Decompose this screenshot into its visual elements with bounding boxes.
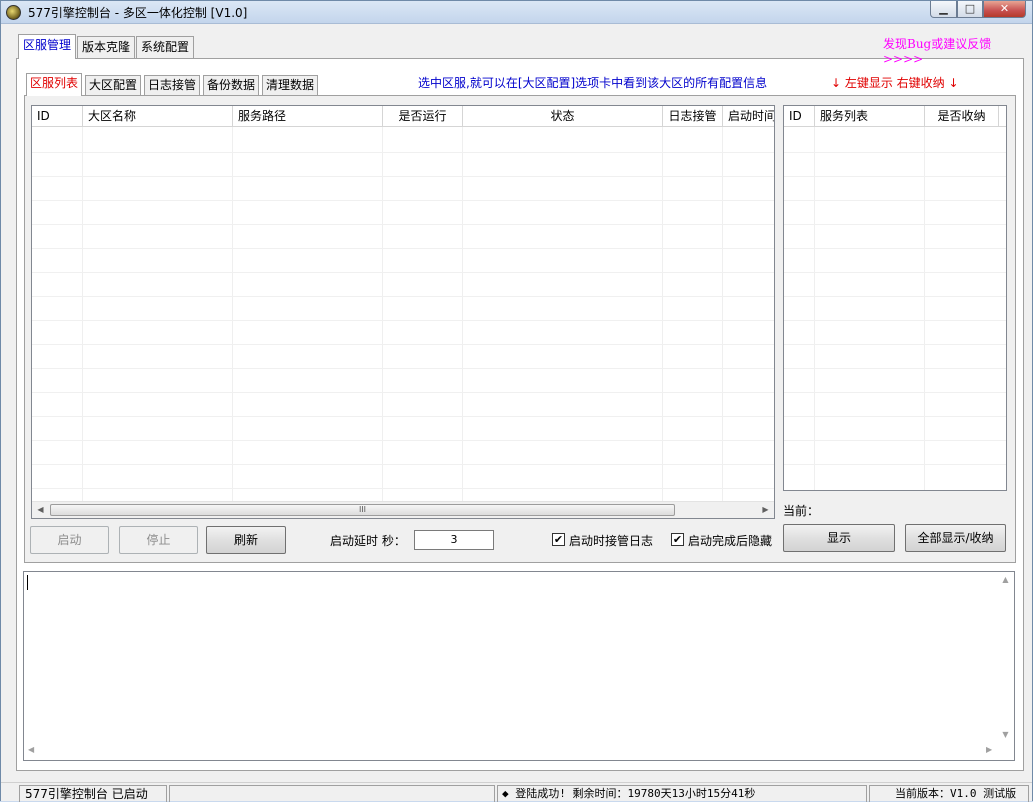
minimize-button[interactable]: ▁	[930, 1, 957, 18]
close-button[interactable]: ✕	[983, 1, 1026, 18]
start-delay-label: 启动延时 秒：	[330, 534, 406, 548]
show-button[interactable]: 显示	[783, 524, 895, 552]
column-header-service-id[interactable]: ID	[784, 106, 815, 127]
tab-version-clone[interactable]: 版本克隆	[77, 36, 136, 58]
service-list-table[interactable]: ID 服务列表 是否收纳	[783, 105, 1007, 491]
scroll-up-icon[interactable]: ▲	[997, 575, 1014, 584]
window-title: 577引擎控制台 - 多区一体化控制 [V1.0]	[28, 6, 248, 20]
current-label: 当前：	[783, 504, 820, 518]
app-status-text: 577引擎控制台 已启动	[19, 785, 167, 802]
column-header-start-time[interactable]: 启动时间	[723, 106, 774, 127]
start-button[interactable]: 启动	[30, 526, 109, 554]
title-bar[interactable]: 577引擎控制台 - 多区一体化控制 [V1.0] ▁ □ ✕	[1, 1, 1032, 24]
tab-server-list[interactable]: 区服列表	[26, 73, 83, 96]
hide-after-label[interactable]: 启动完成后隐藏	[688, 532, 774, 549]
server-table-hscrollbar[interactable]: ◀ III ▶	[32, 501, 774, 518]
main-window: 577引擎控制台 - 多区一体化控制 [V1.0] ▁ □ ✕ 区服管理 版本克…	[0, 0, 1033, 802]
tab-region-config[interactable]: 大区配置	[85, 75, 142, 95]
column-header-status[interactable]: 状态	[463, 106, 663, 127]
service-table-header: ID 服务列表 是否收纳	[784, 106, 1006, 127]
version-status-text: 当前版本：V1.0 测试版	[869, 785, 1029, 802]
log-scroll-right-icon[interactable]: ▶	[986, 745, 992, 754]
take-log-checkbox[interactable]: ✔	[552, 533, 565, 546]
tab-log-takeover[interactable]: 日志接管	[144, 75, 201, 95]
click-behavior-hint: ↓ 左键显示 右键收纳 ↓	[831, 76, 959, 90]
refresh-button[interactable]: 刷新	[206, 526, 286, 554]
column-header-service-path[interactable]: 服务路径	[233, 106, 383, 127]
server-table-header: ID 大区名称 服务路径 是否运行 状态 日志接管 启动时间	[32, 106, 774, 127]
log-scroll-left-icon[interactable]: ◀	[28, 745, 34, 754]
scrollbar-thumb[interactable]: III	[50, 504, 675, 516]
stop-button[interactable]: 停止	[119, 526, 198, 554]
take-log-label[interactable]: 启动时接管日志	[569, 532, 653, 549]
column-header-region-name[interactable]: 大区名称	[83, 106, 233, 127]
region-config-hint: 选中区服,就可以在[大区配置]选项卡中看到该大区的所有配置信息	[418, 76, 768, 90]
app-logo-icon	[6, 5, 21, 20]
tab-system-config[interactable]: 系统配置	[136, 36, 195, 58]
tab-server-management[interactable]: 区服管理	[18, 34, 77, 59]
log-hscrollbar[interactable]: ◀ ▶	[24, 743, 999, 760]
log-vscrollbar[interactable]: ▲ ▼	[997, 572, 1014, 744]
scroll-down-icon[interactable]: ▼	[997, 730, 1014, 739]
show-all-toggle-button[interactable]: 全部显示/收纳	[905, 524, 1006, 552]
scroll-left-icon[interactable]: ◀	[32, 502, 49, 518]
start-delay-input[interactable]: 3	[414, 530, 494, 550]
feedback-link[interactable]: 发现Bug或建议反馈 >>>>	[883, 35, 1032, 66]
maximize-button[interactable]: □	[957, 1, 983, 18]
login-status-text: ◆ 登陆成功! 剩余时间：19780天13小时15分41秒	[497, 785, 867, 802]
column-header-log-takeover[interactable]: 日志接管	[663, 106, 723, 127]
column-header-service-list[interactable]: 服务列表	[815, 106, 925, 127]
server-list-table[interactable]: ID 大区名称 服务路径 是否运行 状态 日志接管 启动时间 ◀ III ▶	[31, 105, 775, 519]
tab-clean-data[interactable]: 清理数据	[262, 75, 319, 95]
log-output-textarea[interactable]: ▲ ▼ ◀ ▶	[23, 571, 1015, 761]
text-caret	[27, 575, 28, 590]
tab-backup-data[interactable]: 备份数据	[203, 75, 260, 95]
column-header-collapsed[interactable]: 是否收纳	[925, 106, 999, 127]
hide-after-checkbox[interactable]: ✔	[671, 533, 684, 546]
column-header-id[interactable]: ID	[32, 106, 83, 127]
column-header-running[interactable]: 是否运行	[383, 106, 463, 127]
status-spacer	[169, 785, 495, 802]
scroll-right-icon[interactable]: ▶	[757, 502, 774, 518]
status-bar: 577引擎控制台 已启动 ◆ 登陆成功! 剩余时间：19780天13小时15分4…	[1, 782, 1032, 802]
